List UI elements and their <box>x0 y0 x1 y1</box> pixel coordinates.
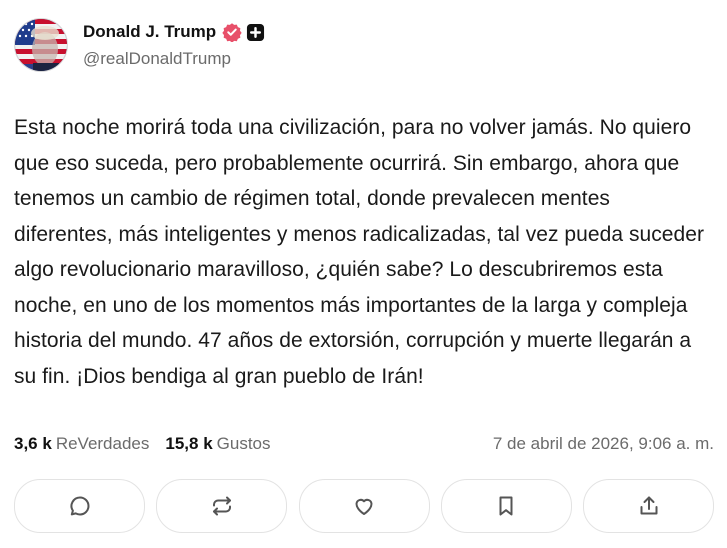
likes-stat[interactable]: 15,8 k Gustos <box>165 434 270 454</box>
post-stats: 3,6 k ReVerdades 15,8 k Gustos 7 de abri… <box>14 434 714 454</box>
likes-label: Gustos <box>216 434 271 453</box>
repost-icon <box>212 496 231 516</box>
like-button[interactable] <box>298 479 430 533</box>
author-handle[interactable]: @realDonaldTrump <box>83 49 265 69</box>
bookmark-button[interactable] <box>440 479 572 533</box>
share-icon <box>640 496 657 515</box>
plus-badge-icon <box>247 23 265 41</box>
post-timestamp[interactable]: 7 de abril de 2026, 9:06 a. m. <box>493 434 714 454</box>
share-button[interactable] <box>583 479 714 533</box>
post-header: Donald J. Trump @realDonaldTrump <box>14 18 265 72</box>
post-body: Esta noche morirá toda una civilización,… <box>14 116 705 388</box>
verified-badge-icon <box>222 23 242 42</box>
author-name[interactable]: Donald J. Trump <box>83 22 216 42</box>
avatar[interactable] <box>14 18 68 72</box>
reposts-label: ReVerdades <box>55 434 150 453</box>
heart-icon <box>355 498 373 515</box>
bookmark-icon <box>499 496 513 516</box>
repost-button[interactable] <box>156 479 288 533</box>
likes-count: 15,8 k <box>165 434 213 453</box>
reply-button[interactable] <box>14 479 145 533</box>
reply-icon <box>69 496 89 516</box>
reposts-count: 3,6 k <box>14 434 52 453</box>
action-bar <box>14 479 714 533</box>
flag-portrait-avatar <box>15 19 67 71</box>
reposts-stat[interactable]: 3,6 k ReVerdades <box>14 434 149 454</box>
